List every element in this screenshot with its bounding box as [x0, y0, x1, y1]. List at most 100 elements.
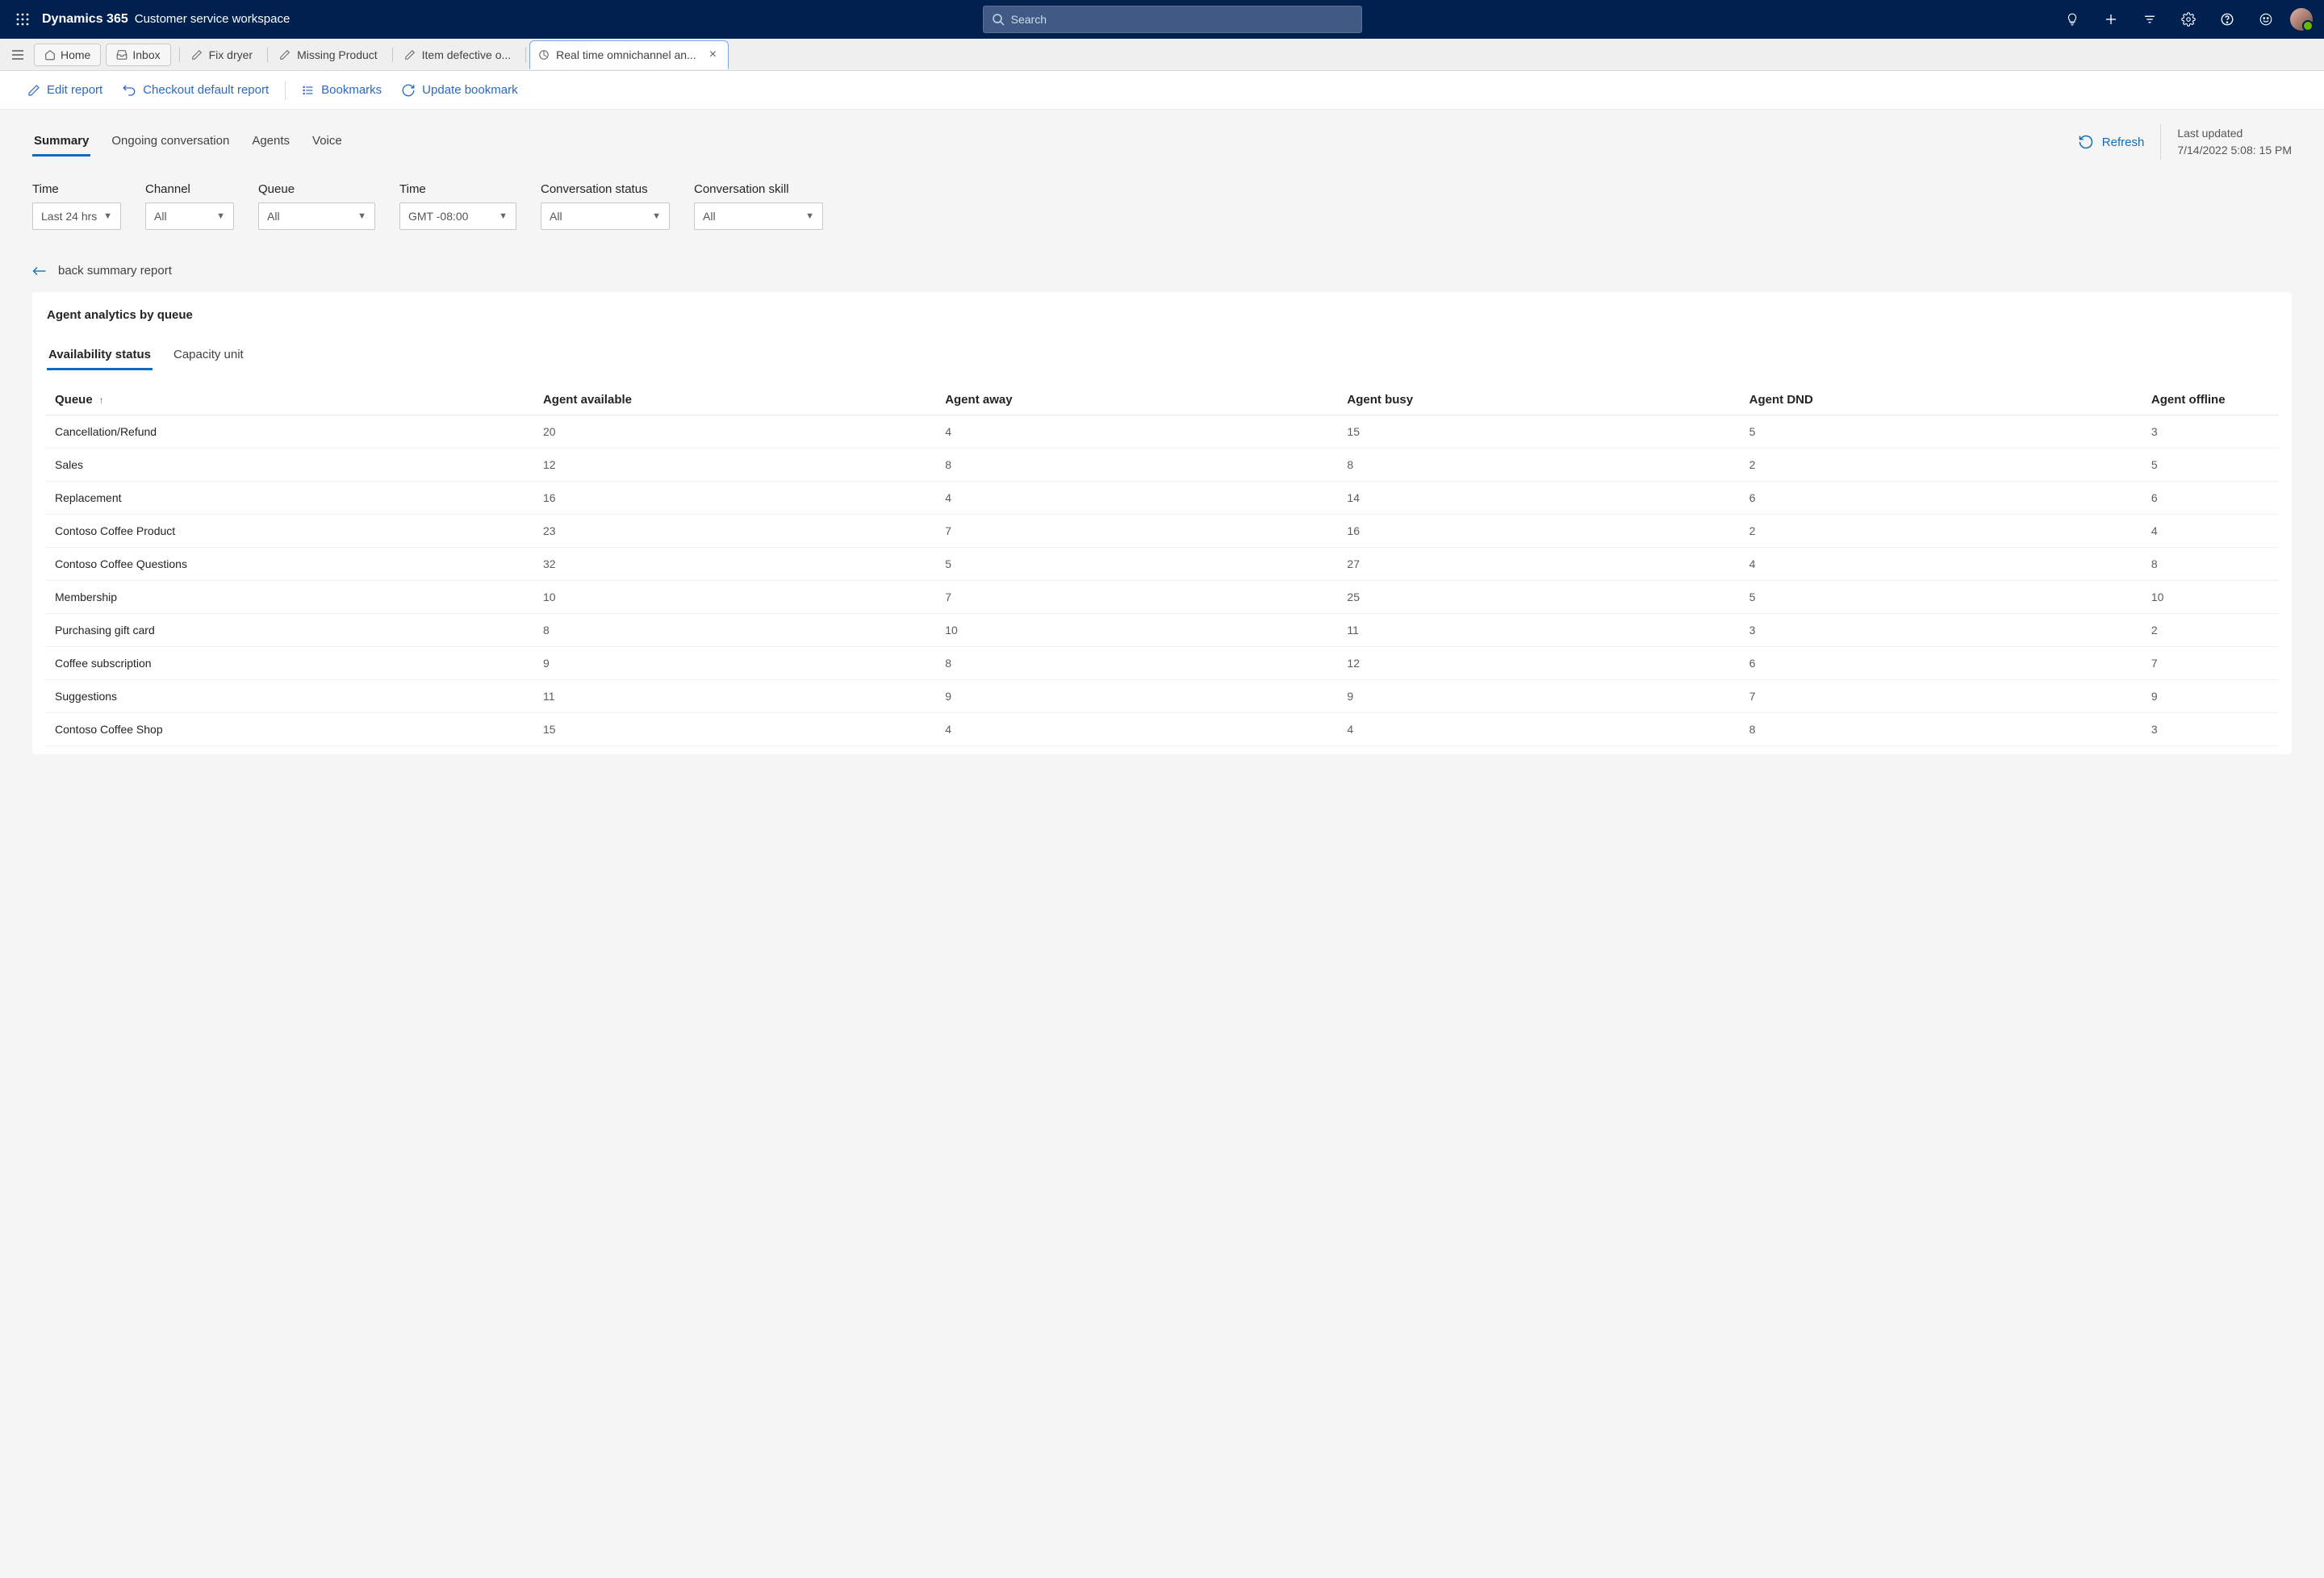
last-updated-value: 7/14/2022 5:08: 15 PM — [2177, 142, 2292, 159]
table-row[interactable]: Contoso Coffee Questions 32 5 27 4 8 — [45, 548, 2279, 581]
filter-channel-select[interactable]: All▼ — [145, 202, 234, 230]
back-link[interactable]: back summary report — [32, 264, 2292, 278]
pencil-icon — [404, 49, 416, 61]
pencil-icon — [279, 49, 290, 61]
cell-available: 20 — [537, 415, 938, 449]
cell-dnd: 2 — [1743, 515, 2145, 548]
tab-ongoing[interactable]: Ongoing conversation — [110, 127, 231, 157]
hamburger-icon[interactable] — [5, 49, 31, 61]
refresh-icon — [2078, 134, 2094, 150]
filter-time-select[interactable]: Last 24 hrs▼ — [32, 202, 121, 230]
cell-queue: Contoso Coffee Shop — [45, 713, 537, 746]
cell-available: 12 — [537, 449, 938, 482]
table-row[interactable]: Suggestions 11 9 9 7 9 — [45, 680, 2279, 713]
search-placeholder: Search — [1011, 13, 1047, 26]
pencil-icon — [27, 84, 40, 97]
checkout-report-button[interactable]: Checkout default report — [114, 78, 277, 102]
emoji-icon[interactable] — [2248, 0, 2284, 39]
table-row[interactable]: Contoso Coffee Product 23 7 16 2 4 — [45, 515, 2279, 548]
tab-item-defective[interactable]: Item defective o... — [396, 40, 523, 69]
settings-icon[interactable] — [2171, 0, 2206, 39]
cell-offline: 3 — [2145, 415, 2279, 449]
sub-tab-capacity[interactable]: Capacity unit — [172, 341, 245, 370]
close-icon[interactable]: × — [709, 48, 717, 62]
cell-offline: 3 — [2145, 713, 2279, 746]
cell-dnd: 8 — [1743, 713, 2145, 746]
tab-agents[interactable]: Agents — [250, 127, 291, 157]
table-row[interactable]: Purchasing gift card 8 10 11 3 2 — [45, 614, 2279, 647]
last-updated: Last updated 7/14/2022 5:08: 15 PM — [2177, 125, 2292, 159]
filter-tz-label: Time — [399, 182, 516, 196]
inbox-pill[interactable]: Inbox — [106, 44, 170, 66]
cell-busy: 14 — [1340, 482, 1742, 515]
panel-sub-tabs: Availability status Capacity unit — [32, 341, 2292, 370]
filter-queue-select[interactable]: All▼ — [258, 202, 375, 230]
cell-busy: 27 — [1340, 548, 1742, 581]
col-queue[interactable]: Queue↑ — [45, 385, 537, 415]
checkout-label: Checkout default report — [143, 83, 269, 97]
tab-fix-dryer[interactable]: Fix dryer — [183, 40, 264, 69]
cell-queue: Replacement — [45, 482, 537, 515]
table-row[interactable]: Replacement 16 4 14 6 6 — [45, 482, 2279, 515]
session-tabs-row: Home Inbox Fix dryer Missing Product Ite… — [0, 39, 2324, 71]
refresh-button[interactable]: Refresh — [2078, 134, 2145, 150]
cell-queue: Membership — [45, 581, 537, 614]
toolbar-separator — [285, 81, 286, 100]
view-tabs: Summary Ongoing conversation Agents Voic… — [32, 127, 344, 157]
sort-asc-icon: ↑ — [99, 394, 104, 406]
chevron-down-icon: ▼ — [652, 211, 661, 221]
cell-dnd: 6 — [1743, 482, 2145, 515]
bookmarks-button[interactable]: Bookmarks — [294, 78, 390, 102]
edit-report-label: Edit report — [47, 83, 102, 97]
table-row[interactable]: Membership 10 7 25 5 10 — [45, 581, 2279, 614]
bookmarks-label: Bookmarks — [321, 83, 382, 97]
app-name: Dynamics 365 — [42, 12, 128, 27]
filter-queue-label: Queue — [258, 182, 375, 196]
cell-busy: 11 — [1340, 614, 1742, 647]
home-pill[interactable]: Home — [34, 44, 101, 66]
cell-dnd: 6 — [1743, 647, 2145, 680]
col-available[interactable]: Agent available — [537, 385, 938, 415]
cell-available: 23 — [537, 515, 938, 548]
filter-icon[interactable] — [2132, 0, 2167, 39]
cell-away: 9 — [938, 680, 1340, 713]
table-row[interactable]: Sales 12 8 8 2 5 — [45, 449, 2279, 482]
cell-dnd: 2 — [1743, 449, 2145, 482]
tab-realtime-omnichannel[interactable]: Real time omnichannel an... × — [529, 40, 729, 69]
last-updated-label: Last updated — [2177, 125, 2292, 142]
app-launcher-icon[interactable] — [6, 13, 39, 26]
tab-label: Item defective o... — [422, 48, 512, 61]
inbox-icon — [116, 49, 127, 61]
col-busy[interactable]: Agent busy — [1340, 385, 1742, 415]
agent-analytics-table: Queue↑ Agent available Agent away Agent … — [45, 385, 2279, 746]
table-row[interactable]: Contoso Coffee Shop 15 4 4 8 3 — [45, 713, 2279, 746]
col-dnd[interactable]: Agent DND — [1743, 385, 2145, 415]
cell-available: 11 — [537, 680, 938, 713]
user-avatar[interactable] — [2290, 8, 2313, 31]
app-title: Dynamics 365 Customer service workspace — [42, 12, 290, 27]
report-content: Summary Ongoing conversation Agents Voic… — [0, 110, 2324, 787]
search-input[interactable]: Search — [983, 6, 1362, 33]
filter-skill-select[interactable]: All▼ — [694, 202, 823, 230]
col-away[interactable]: Agent away — [938, 385, 1340, 415]
update-bookmark-button[interactable]: Update bookmark — [393, 78, 525, 102]
tab-missing-product[interactable]: Missing Product — [271, 40, 389, 69]
plus-icon[interactable] — [2093, 0, 2129, 39]
cell-dnd: 5 — [1743, 415, 2145, 449]
tab-summary[interactable]: Summary — [32, 127, 90, 157]
table-row[interactable]: Cancellation/Refund 20 4 15 5 3 — [45, 415, 2279, 449]
help-icon[interactable] — [2209, 0, 2245, 39]
edit-report-button[interactable]: Edit report — [19, 78, 111, 102]
back-link-label: back summary report — [58, 264, 172, 278]
col-offline[interactable]: Agent offline — [2145, 385, 2279, 415]
table-row[interactable]: Coffee subscription 9 8 12 6 7 — [45, 647, 2279, 680]
cell-dnd: 3 — [1743, 614, 2145, 647]
cell-busy: 12 — [1340, 647, 1742, 680]
cell-available: 8 — [537, 614, 938, 647]
tab-voice[interactable]: Voice — [311, 127, 344, 157]
sub-tab-availability[interactable]: Availability status — [47, 341, 153, 370]
lightbulb-icon[interactable] — [2054, 0, 2090, 39]
filter-tz-select[interactable]: GMT -08:00▼ — [399, 202, 516, 230]
filter-status-select[interactable]: All▼ — [541, 202, 670, 230]
cell-available: 32 — [537, 548, 938, 581]
